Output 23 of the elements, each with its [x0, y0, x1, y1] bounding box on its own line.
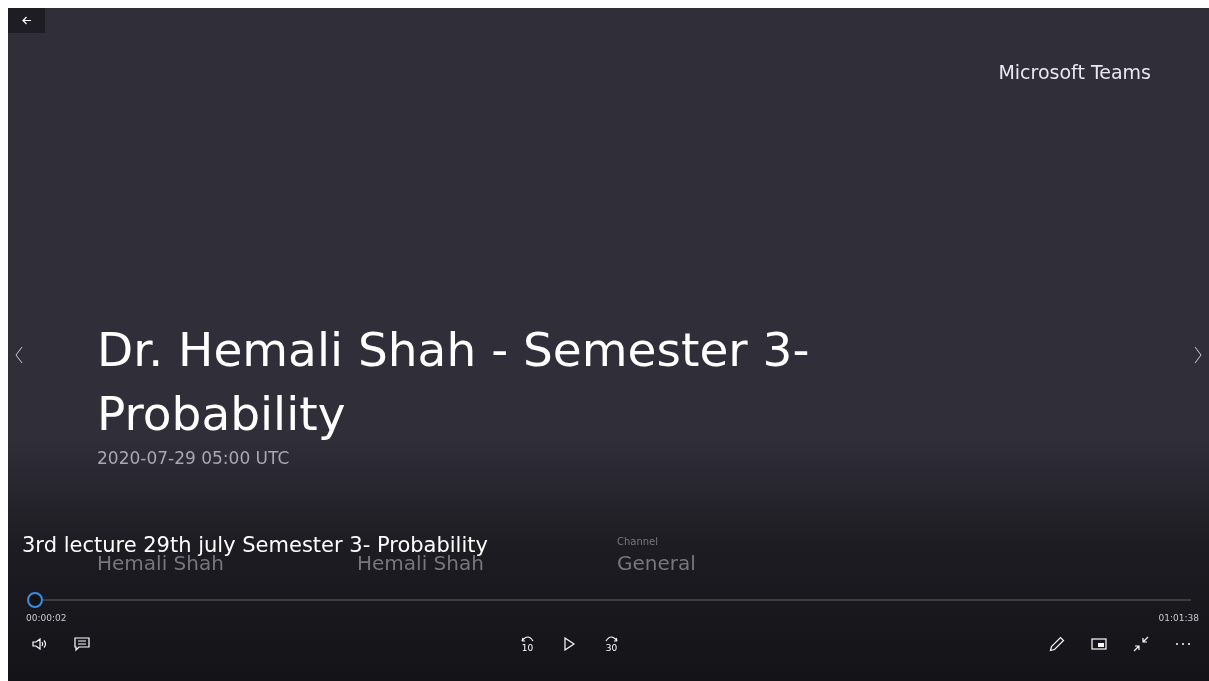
shrink-arrows-icon: [1133, 636, 1149, 652]
detail-value: General: [617, 550, 697, 577]
chevron-left-icon: [14, 344, 24, 365]
pen-icon: [1049, 636, 1065, 652]
back-arrow-icon: [21, 16, 32, 25]
meeting-date: 2020-07-29 05:00 UTC: [97, 447, 291, 470]
picture-in-picture-icon: [1091, 638, 1107, 650]
chevron-right-icon: [1193, 344, 1203, 365]
elapsed-time: 00:00:02: [26, 612, 67, 625]
app-name: Microsoft Teams: [998, 60, 1151, 85]
meeting-title: Dr. Hemali Shah - Semester 3- Probability: [97, 321, 811, 443]
speaker-icon: [32, 638, 48, 650]
back-button[interactable]: [8, 8, 45, 33]
skip-back-button[interactable]: 10: [511, 630, 544, 658]
more-icon: [1175, 642, 1191, 646]
total-duration: 01:01:38: [1158, 612, 1199, 625]
play-icon: [564, 637, 575, 651]
progress-thumb[interactable]: [27, 592, 44, 608]
detail-label: Channel: [617, 535, 660, 548]
skip-forward-button[interactable]: 30: [595, 630, 628, 658]
caption-icon: [74, 636, 90, 652]
rotate-back-icon: [520, 634, 534, 642]
rotate-forward-icon: [604, 634, 618, 642]
